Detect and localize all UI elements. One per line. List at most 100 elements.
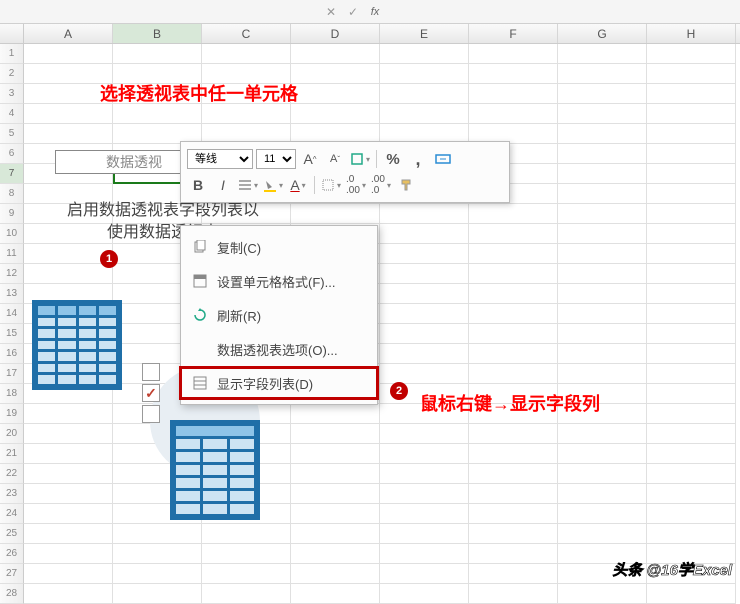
format-painter-button[interactable] (395, 174, 417, 196)
cell[interactable] (380, 544, 469, 564)
cell[interactable] (558, 144, 647, 164)
cell[interactable] (380, 564, 469, 584)
row-head-25[interactable]: 25 (0, 524, 24, 544)
cell[interactable] (380, 484, 469, 504)
row-head-20[interactable]: 20 (0, 424, 24, 444)
cell[interactable] (647, 224, 736, 244)
increase-font-button[interactable]: A^ (299, 148, 321, 170)
cell[interactable] (469, 204, 558, 224)
cell[interactable] (291, 584, 380, 604)
cell[interactable] (558, 264, 647, 284)
col-head-d[interactable]: D (291, 24, 380, 43)
italic-button[interactable]: I (212, 174, 234, 196)
cell[interactable] (558, 304, 647, 324)
cell[interactable] (24, 464, 113, 484)
cell[interactable] (469, 104, 558, 124)
cell[interactable] (380, 64, 469, 84)
cell[interactable] (202, 524, 291, 544)
row-head-27[interactable]: 27 (0, 564, 24, 584)
cell[interactable] (380, 224, 469, 244)
cell[interactable] (469, 384, 558, 404)
cell[interactable] (202, 544, 291, 564)
cell[interactable] (469, 584, 558, 604)
cell[interactable] (291, 544, 380, 564)
cell[interactable] (202, 64, 291, 84)
cell[interactable] (558, 84, 647, 104)
row-head-23[interactable]: 23 (0, 484, 24, 504)
cell[interactable] (469, 64, 558, 84)
fx-button[interactable]: fx (364, 2, 386, 22)
cell[interactable] (647, 524, 736, 544)
cell[interactable] (380, 284, 469, 304)
font-color-dropdown[interactable]: A (287, 174, 309, 196)
cell[interactable] (24, 64, 113, 84)
decimal-dec-button[interactable]: .00.0 (370, 174, 392, 196)
col-head-b[interactable]: B (113, 24, 202, 43)
cell[interactable] (24, 104, 113, 124)
row-head-15[interactable]: 15 (0, 324, 24, 344)
cell[interactable] (291, 444, 380, 464)
font-select[interactable]: 等线 (187, 149, 253, 169)
row-head-19[interactable]: 19 (0, 404, 24, 424)
cell[interactable] (380, 464, 469, 484)
cell[interactable] (558, 504, 647, 524)
cell[interactable] (558, 64, 647, 84)
cell[interactable] (380, 444, 469, 464)
menu-show-field-list[interactable]: 显示字段列表(D) (181, 366, 377, 400)
cell[interactable] (380, 264, 469, 284)
cell[interactable] (647, 144, 736, 164)
cell[interactable] (558, 484, 647, 504)
cell[interactable] (558, 204, 647, 224)
cell[interactable] (469, 224, 558, 244)
row-head-11[interactable]: 11 (0, 244, 24, 264)
cell[interactable] (113, 104, 202, 124)
cell[interactable] (647, 384, 736, 404)
percent-button[interactable]: % (382, 148, 404, 170)
cell[interactable] (469, 544, 558, 564)
col-head-e[interactable]: E (380, 24, 469, 43)
cell[interactable] (380, 584, 469, 604)
cell[interactable] (24, 84, 113, 104)
cell[interactable] (558, 124, 647, 144)
col-head-f[interactable]: F (469, 24, 558, 43)
cell[interactable] (647, 44, 736, 64)
col-head-g[interactable]: G (558, 24, 647, 43)
cell[interactable] (380, 244, 469, 264)
cell[interactable] (291, 504, 380, 524)
cell[interactable] (24, 484, 113, 504)
cell[interactable] (469, 244, 558, 264)
col-head-c[interactable]: C (202, 24, 291, 43)
cell[interactable] (647, 304, 736, 324)
cell[interactable] (647, 424, 736, 444)
fontsize-select[interactable]: 11 (256, 149, 296, 169)
col-head-h[interactable]: H (647, 24, 736, 43)
cell[interactable] (291, 464, 380, 484)
cell[interactable] (202, 44, 291, 64)
cell[interactable] (469, 484, 558, 504)
row-head-10[interactable]: 10 (0, 224, 24, 244)
cell[interactable] (558, 284, 647, 304)
borders-dropdown[interactable] (320, 174, 342, 196)
cell[interactable] (647, 464, 736, 484)
menu-copy[interactable]: 复制(C) (181, 230, 377, 264)
cell[interactable] (380, 204, 469, 224)
cell[interactable] (291, 104, 380, 124)
cell[interactable] (24, 504, 113, 524)
cell[interactable] (380, 84, 469, 104)
cell[interactable] (380, 304, 469, 324)
cell[interactable] (24, 124, 113, 144)
cell[interactable] (647, 344, 736, 364)
cell[interactable] (558, 324, 647, 344)
cell[interactable] (558, 104, 647, 124)
cell[interactable] (647, 164, 736, 184)
cell[interactable] (202, 104, 291, 124)
cell[interactable] (202, 584, 291, 604)
cell[interactable] (380, 404, 469, 424)
format-dropdown[interactable] (349, 148, 371, 170)
cell[interactable] (647, 584, 736, 604)
cell[interactable] (558, 464, 647, 484)
cell[interactable] (380, 44, 469, 64)
cell[interactable] (380, 504, 469, 524)
cell[interactable] (647, 64, 736, 84)
cell[interactable] (24, 264, 113, 284)
